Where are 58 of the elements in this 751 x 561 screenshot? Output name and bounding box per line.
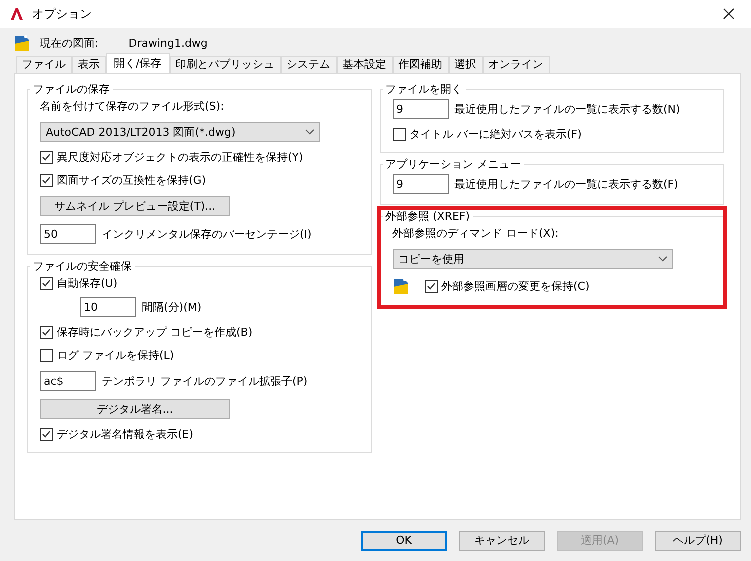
group-title: 外部参照 (XREF) <box>384 209 472 224</box>
field-caption: テンポラリ ファイルのファイル拡張子(P) <box>102 374 308 388</box>
checkbox-label: 保存時にバックアップ コピーを作成(B) <box>57 325 253 340</box>
current-drawing-name: Drawing1.dwg <box>128 36 208 50</box>
checkbox-label: 異尺度対応オブジェクトの表示の正確性を保持(Y) <box>57 150 304 165</box>
group-title: アプリケーション メニュー <box>384 157 522 172</box>
layer-file-icon <box>392 277 408 295</box>
group-title: ファイルの安全確保 <box>32 259 133 274</box>
close-icon[interactable] <box>723 8 735 20</box>
checkbox-label: 自動保存(U) <box>57 276 118 291</box>
checkbox-label: デジタル署名情報を表示(E) <box>57 427 194 442</box>
checkbox[interactable] <box>40 277 53 290</box>
window-title: オプション <box>32 6 92 22</box>
checkbox-label: ログ ファイルを保持(L) <box>57 348 174 363</box>
checkbox-label: 図面サイズの互換性を保持(G) <box>57 173 206 188</box>
number-field[interactable]: 10 <box>80 297 136 317</box>
settings-button[interactable]: サムネイル プレビュー設定(T)... <box>40 196 230 216</box>
tab[interactable]: 基本設定 <box>336 56 393 73</box>
group-title: ファイルを開く <box>384 82 464 97</box>
dropdown[interactable]: コピーを使用 <box>392 249 672 269</box>
checkbox[interactable] <box>40 151 53 164</box>
tab[interactable]: 作図補助 <box>392 56 449 73</box>
group-title: ファイルの保存 <box>32 82 111 97</box>
dialog-button[interactable]: ヘルプ(H) <box>655 530 741 550</box>
tab[interactable]: ファイル <box>16 56 72 73</box>
dialog-button[interactable]: OK <box>361 530 447 550</box>
number-field[interactable]: 9 <box>392 174 448 194</box>
tab[interactable]: 選択 <box>448 56 483 73</box>
caret-icon <box>658 256 668 262</box>
number-field[interactable]: 9 <box>392 99 448 119</box>
number-field[interactable]: ac$ <box>40 371 96 391</box>
field-caption: 最近使用したファイルの一覧に表示する数(N) <box>454 102 680 116</box>
field-label: 名前を付けて保存のファイル形式(S): <box>40 99 226 114</box>
checkbox[interactable] <box>40 174 53 187</box>
field-caption: 最近使用したファイルの一覧に表示する数(F) <box>454 176 678 192</box>
checkbox[interactable] <box>40 326 53 339</box>
checkbox[interactable] <box>40 428 53 441</box>
tab[interactable]: オンライン <box>482 56 550 73</box>
current-drawing-label: 現在の図面: <box>40 36 99 50</box>
number-field[interactable]: 50 <box>40 224 96 244</box>
dropdown[interactable]: AutoCAD 2013/LT2013 図面(*.dwg) <box>40 122 320 142</box>
checkbox-label: 外部参照画層の変更を保持(C) <box>442 278 590 294</box>
dialog-button[interactable]: キャンセル <box>459 530 545 550</box>
tab[interactable]: 表示 <box>72 56 106 73</box>
checkbox[interactable] <box>424 280 438 292</box>
drawing-file-icon <box>14 34 30 52</box>
field-caption: インクリメンタル保存のパーセンテージ(I) <box>102 226 312 242</box>
field-label: 外部参照のディマンド ロード(X): <box>392 226 560 241</box>
app-logo-icon <box>10 7 24 21</box>
checkbox-label: タイトル バーに絶対パスを表示(F) <box>410 127 582 142</box>
field-caption: 間隔(分)(M) <box>142 300 202 314</box>
checkbox[interactable] <box>392 128 406 141</box>
tab[interactable]: 開く/保存 <box>106 53 170 73</box>
tab[interactable]: 印刷とパブリッシュ <box>170 56 281 73</box>
tab[interactable]: システム <box>280 56 337 73</box>
settings-button[interactable]: デジタル署名... <box>40 399 230 419</box>
caret-icon <box>305 129 315 135</box>
checkbox[interactable] <box>40 349 53 362</box>
